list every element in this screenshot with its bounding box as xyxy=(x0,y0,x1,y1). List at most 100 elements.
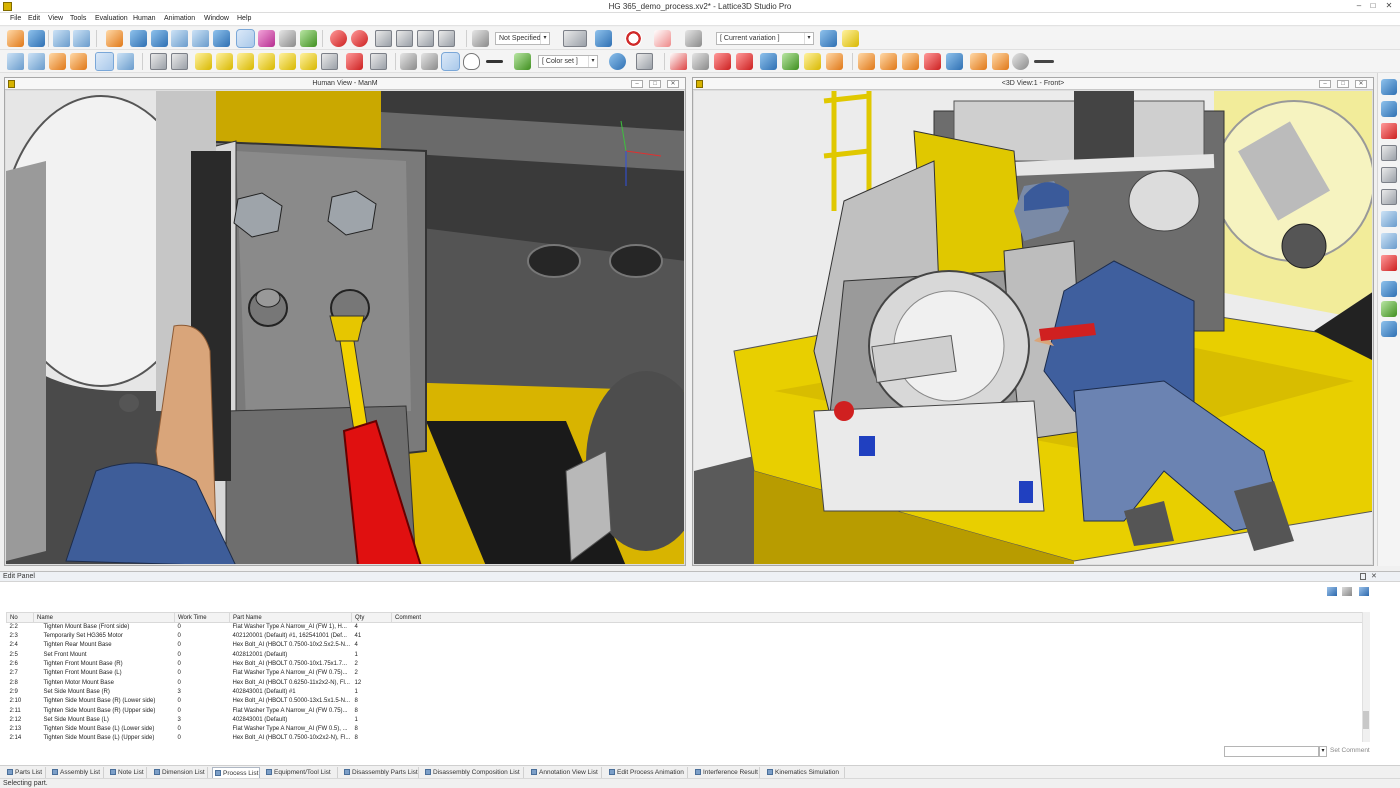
close-button[interactable]: ✕ xyxy=(1383,1,1395,11)
table-row[interactable]: 2:10 Tighten Side Mount Base (R) (Lower s… xyxy=(7,697,1363,706)
side-tool-4-icon[interactable] xyxy=(1381,145,1397,161)
comment-dropdown[interactable]: ▾ xyxy=(1319,746,1327,757)
dimension-icon[interactable] xyxy=(670,53,687,70)
section-icon[interactable] xyxy=(346,53,363,70)
set-comment-button[interactable]: Set Comment xyxy=(1330,747,1370,754)
comment-input[interactable] xyxy=(1224,746,1319,757)
transform-icon[interactable] xyxy=(595,30,612,47)
table-row[interactable]: 2:8 Tighten Motor Mount Base 0 Hex Bolt_AI … xyxy=(7,678,1363,687)
side-tool-12-icon[interactable] xyxy=(1381,321,1397,337)
reach-icon[interactable] xyxy=(1012,53,1029,70)
table-row[interactable]: 2:9 Set Side Mount Base (R) 3 402843001 (De… xyxy=(7,688,1363,697)
cut-icon[interactable] xyxy=(375,30,392,47)
tab-disassembly-parts-list[interactable]: Disassembly Parts List xyxy=(342,767,419,778)
table-row[interactable]: 2:5 Set Front Mount 0 402812001 (Default) 1 xyxy=(7,651,1363,660)
human-view-viewport[interactable] xyxy=(6,91,684,564)
note-icon[interactable] xyxy=(692,53,709,70)
link-icon[interactable] xyxy=(563,30,587,47)
side-tool-3-icon[interactable] xyxy=(1381,123,1397,139)
side-tool-9-icon[interactable] xyxy=(1381,255,1397,271)
menu-animation[interactable]: Animation xyxy=(164,15,195,22)
table-row[interactable]: 2:4 Tighten Rear Mount Base 0 Hex Bolt_AI (… xyxy=(7,641,1363,650)
paint-icon[interactable] xyxy=(472,30,489,47)
warning-icon[interactable] xyxy=(804,53,821,70)
hand-icon[interactable] xyxy=(970,53,987,70)
light-icon[interactable] xyxy=(842,30,859,47)
view-close-button[interactable]: ✕ xyxy=(1355,80,1367,88)
shaded-edges-icon[interactable] xyxy=(441,52,460,71)
text-label-icon[interactable] xyxy=(417,30,434,47)
side-tool-10-icon[interactable] xyxy=(1381,281,1397,297)
assembly-icon[interactable] xyxy=(782,53,799,70)
record-icon[interactable] xyxy=(351,30,368,47)
home-view-icon[interactable] xyxy=(106,30,123,47)
scatter-icon[interactable] xyxy=(858,53,875,70)
interference-icon[interactable] xyxy=(924,53,941,70)
menu-human[interactable]: Human xyxy=(133,15,156,22)
rotate-icon[interactable] xyxy=(213,30,230,47)
zoom-window-icon[interactable] xyxy=(192,30,209,47)
view-layout-icon[interactable] xyxy=(49,53,66,70)
tab-note-list[interactable]: Note List xyxy=(108,767,147,778)
edges-icon[interactable] xyxy=(486,60,503,63)
close-icon[interactable]: ✕ xyxy=(1371,572,1377,580)
filter-icon[interactable] xyxy=(1342,587,1352,596)
arrow-annot-icon[interactable] xyxy=(736,53,753,70)
tab-parts-list[interactable]: Parts List xyxy=(5,767,46,778)
marker-icon[interactable] xyxy=(330,30,347,47)
table-row[interactable]: 2:14 Tighten Side Mount Base (L) (Upper s… xyxy=(7,734,1363,743)
explode-view-icon[interactable] xyxy=(880,53,897,70)
view-cube-top-icon[interactable] xyxy=(279,53,296,70)
cylinder-icon[interactable] xyxy=(400,53,417,70)
swing-icon[interactable] xyxy=(685,30,702,47)
balloon-icon[interactable] xyxy=(714,53,731,70)
rotate-part-icon[interactable] xyxy=(625,30,642,47)
collapse-icon[interactable] xyxy=(902,53,919,70)
column-header[interactable]: Name xyxy=(33,612,175,623)
pan-icon[interactable] xyxy=(130,30,147,47)
shaded-icon[interactable] xyxy=(421,53,438,70)
clip-icon[interactable] xyxy=(370,53,387,70)
side-tool-5-icon[interactable] xyxy=(1381,167,1397,183)
table-row[interactable]: 2:12 Set Side Mount Base (L) 3 402843001 (D… xyxy=(7,716,1363,725)
view-cube-left-icon[interactable] xyxy=(237,53,254,70)
part-cube-icon[interactable] xyxy=(760,53,777,70)
menu-help[interactable]: Help xyxy=(237,15,251,22)
human-icon[interactable] xyxy=(992,53,1009,70)
open-icon[interactable] xyxy=(7,30,24,47)
view-arrange-icon[interactable] xyxy=(70,53,87,70)
screen-icon[interactable] xyxy=(117,53,134,70)
menu-file[interactable]: File xyxy=(10,15,21,22)
copy-icon[interactable] xyxy=(946,53,963,70)
table-row[interactable]: 2:11 Tighten Side Mount Base (R) (Upper s… xyxy=(7,706,1363,715)
tab-annotation-view-list[interactable]: Annotation View List xyxy=(529,767,602,778)
move-icon[interactable] xyxy=(151,30,168,47)
view-minimize-button[interactable]: – xyxy=(1319,80,1331,88)
view-minimize-button[interactable]: – xyxy=(631,80,643,88)
maximize-button[interactable]: □ xyxy=(1367,1,1379,11)
column-header[interactable]: Qty xyxy=(351,612,392,623)
side-tool-1-icon[interactable] xyxy=(1381,79,1397,95)
view-cube-bottom-icon[interactable] xyxy=(300,53,317,70)
table-row[interactable]: 2:6 Tighten Front Mount Base (R) 0 Hex Bolt… xyxy=(7,660,1363,669)
tab-disassembly-composition-list[interactable]: Disassembly Composition List xyxy=(423,767,524,778)
pick-icon[interactable] xyxy=(150,53,167,70)
tab-dimension-list[interactable]: Dimension List xyxy=(152,767,208,778)
wireframe-icon[interactable] xyxy=(463,53,480,70)
menu-tools[interactable]: Tools xyxy=(70,15,86,22)
tab-assembly-list[interactable]: Assembly List xyxy=(50,767,104,778)
highlight-icon[interactable] xyxy=(258,30,275,47)
pin-icon[interactable] xyxy=(1360,573,1366,580)
tab-edit-process-animation[interactable]: Edit Process Animation xyxy=(607,767,688,778)
zoom-icon[interactable] xyxy=(171,30,188,47)
column-header[interactable]: Part Name xyxy=(229,612,352,623)
list-options-icon[interactable] xyxy=(1359,587,1369,596)
tab-kinematics-simulation[interactable]: Kinematics Simulation xyxy=(765,767,845,778)
side-tool-7-icon[interactable] xyxy=(1381,211,1397,227)
measure-icon[interactable] xyxy=(279,30,296,47)
sort-icon[interactable] xyxy=(1327,587,1337,596)
view-image-icon[interactable] xyxy=(28,53,45,70)
sphere-icon[interactable] xyxy=(609,53,626,70)
tab-interference-result[interactable]: Interference Result xyxy=(693,767,760,778)
path-icon[interactable] xyxy=(654,30,671,47)
